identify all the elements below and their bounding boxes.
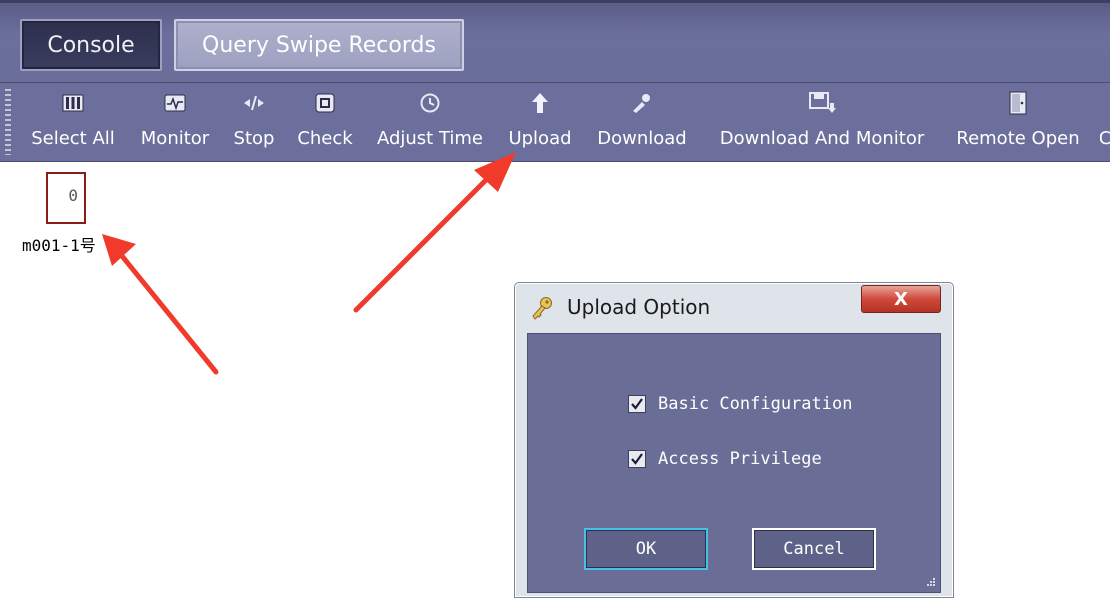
check-label: Check (297, 128, 353, 149)
download-and-monitor-button[interactable]: Download And Monitor (708, 83, 936, 161)
tab-bar: Console Query Swipe Records (0, 0, 1110, 82)
upload-arrow-icon (531, 92, 549, 114)
upload-button[interactable]: Upload (504, 83, 576, 161)
download-icon (630, 92, 654, 114)
check-icon (314, 92, 336, 114)
device-count: 0 (68, 186, 78, 205)
check-button[interactable]: Check (294, 83, 356, 161)
close-icon: X (894, 288, 908, 310)
stop-label: Stop (233, 128, 275, 149)
upload-label: Upload (508, 128, 572, 149)
access-privilege-label: Access Privilege (658, 449, 822, 469)
monitor-button[interactable]: Monitor (134, 83, 216, 161)
stop-icon (242, 92, 266, 114)
monitor-label: Monitor (140, 128, 210, 149)
key-icon (529, 295, 555, 321)
select-all-button[interactable]: Select All (28, 83, 118, 161)
device-label[interactable]: m001-1号 (22, 232, 96, 256)
stop-button[interactable]: Stop (230, 83, 278, 161)
device-node[interactable]: 0 (46, 172, 86, 224)
toolbar-overflow-glyph: C (1100, 128, 1110, 149)
clock-icon (419, 92, 441, 114)
basic-configuration-checkbox[interactable] (628, 395, 646, 413)
download-monitor-icon (808, 92, 836, 114)
dialog-close-button[interactable]: X (861, 285, 941, 313)
download-button[interactable]: Download (592, 83, 692, 161)
option-basic-configuration[interactable]: Basic Configuration (628, 394, 852, 414)
dialog-body: Basic Configuration Access Privilege OK … (527, 333, 941, 593)
arrow-to-device-icon (102, 234, 219, 375)
basic-configuration-label: Basic Configuration (658, 394, 853, 414)
monitor-icon (164, 92, 186, 114)
cancel-button[interactable]: Cancel (752, 528, 876, 570)
dialog-title: Upload Option (567, 295, 711, 319)
remote-open-button[interactable]: Remote Open (952, 83, 1084, 161)
tab-query-swipe-records[interactable]: Query Swipe Records (174, 19, 464, 71)
download-and-monitor-label: Download And Monitor (719, 128, 925, 149)
toolbar: Select All Monitor Stop Check Adjust Tim… (0, 82, 1110, 162)
resize-grip-icon[interactable] (922, 574, 936, 588)
option-access-privilege[interactable]: Access Privilege (628, 449, 822, 469)
select-all-icon (62, 92, 84, 114)
ok-button[interactable]: OK (584, 528, 708, 570)
download-label: Download (597, 128, 687, 149)
toolbar-grip[interactable] (5, 89, 11, 155)
arrow-to-upload-icon (353, 152, 516, 313)
adjust-time-label: Adjust Time (376, 128, 484, 149)
door-icon (1008, 91, 1028, 115)
upload-option-dialog: Upload Option X Basic Configuration Acce… (514, 282, 954, 598)
select-all-label: Select All (31, 128, 115, 149)
remote-open-label: Remote Open (956, 128, 1080, 149)
tab-console[interactable]: Console (20, 19, 162, 71)
toolbar-overflow-item[interactable]: C (1100, 83, 1110, 161)
access-privilege-checkbox[interactable] (628, 450, 646, 468)
adjust-time-button[interactable]: Adjust Time (372, 83, 488, 161)
